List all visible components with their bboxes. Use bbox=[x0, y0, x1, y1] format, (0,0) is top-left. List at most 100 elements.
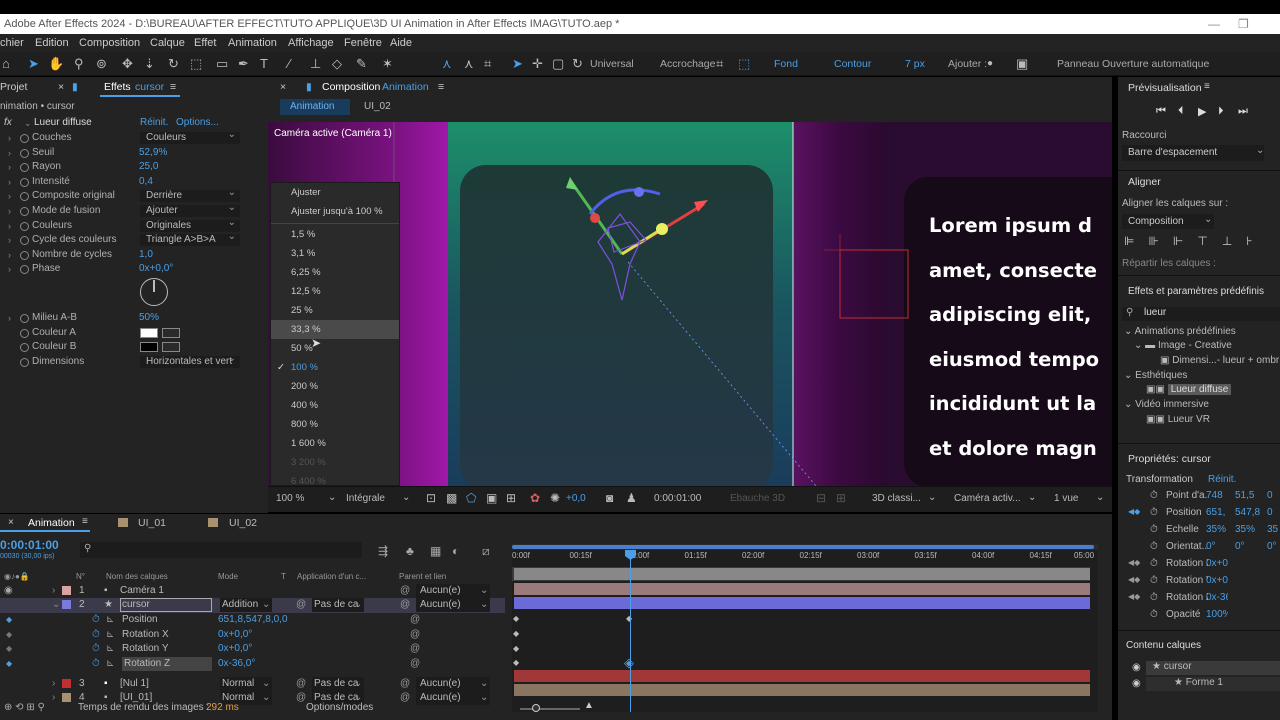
universal-label[interactable]: Universal bbox=[590, 57, 634, 71]
visibility-eye-icon[interactable]: ◉ bbox=[1132, 662, 1141, 673]
graph-icon[interactable]: ⊾ bbox=[106, 642, 114, 656]
menu-help[interactable]: Aide bbox=[390, 34, 412, 52]
stopwatch-icon[interactable]: ⏱ bbox=[1150, 558, 1158, 569]
effect-param-row[interactable]: › Couches Couleurs bbox=[0, 129, 268, 146]
stopwatch-icon[interactable]: ⏱ bbox=[92, 657, 100, 671]
playhead[interactable] bbox=[630, 550, 631, 712]
chevron-down-icon[interactable]: ⌄ bbox=[480, 677, 488, 691]
stopwatch-icon[interactable] bbox=[20, 236, 29, 246]
transform-row[interactable]: ⏱ Echelle 35% 35% 35 bbox=[1118, 524, 1280, 538]
transform-value[interactable]: 100% bbox=[1206, 609, 1228, 620]
chevron-down-icon[interactable]: ⌄ bbox=[262, 677, 270, 691]
effect-param-row[interactable]: › Rayon 25,0 bbox=[0, 160, 268, 175]
expand-icon[interactable]: › bbox=[8, 219, 11, 233]
guides-icon[interactable]: ▣ bbox=[486, 491, 497, 505]
zoom-menu-item[interactable]: 33,3 % bbox=[271, 320, 399, 339]
stopwatch-icon[interactable]: ⏱ bbox=[1150, 541, 1158, 552]
composition-viewer[interactable]: Lorem ipsum dolor sitamet, consecteturad… bbox=[268, 122, 1112, 486]
graph-editor-icon[interactable]: ⧄ bbox=[482, 544, 490, 559]
parent-pickwhip-icon[interactable]: @ bbox=[400, 691, 410, 705]
expand-icon[interactable]: › bbox=[8, 248, 11, 262]
keyframe-nav-icon[interactable]: ◆ bbox=[6, 657, 12, 671]
presets-search-input[interactable]: ⚲ lueur bbox=[1122, 307, 1280, 321]
effect-param-row[interactable]: › Seuil 52,9% bbox=[0, 146, 268, 161]
effect-param-row[interactable]: › Milieu A-B 50% bbox=[0, 311, 268, 326]
views-dropdown[interactable]: 1 vue bbox=[1054, 493, 1078, 504]
chevron-down-icon[interactable]: ⌄ bbox=[354, 598, 362, 612]
keyframe-nav-icon[interactable]: ◀◆ bbox=[1128, 507, 1140, 516]
last-frame-icon[interactable]: ⏭ bbox=[1238, 105, 1248, 118]
motion-blur-icon[interactable]: ◐ bbox=[452, 544, 459, 558]
stopwatch-icon[interactable] bbox=[20, 163, 29, 173]
col-mode[interactable]: Mode bbox=[218, 570, 238, 584]
graph-icon[interactable]: ⊾ bbox=[106, 628, 114, 642]
layer-row[interactable]: › 3 ▪ [Nul 1] Normal ⌄ @ Pas de ca ⌄ @ Aucun(e) ⌄ bbox=[0, 677, 505, 692]
layer-color-label[interactable] bbox=[62, 679, 71, 688]
play-icon[interactable]: ▶ bbox=[1198, 105, 1206, 118]
keyframe-icon[interactable]: ◆ bbox=[513, 658, 519, 667]
pickwhip-icon[interactable]: @ bbox=[296, 691, 306, 705]
tab-composition[interactable]: Composition bbox=[322, 77, 380, 97]
zoom-in-icon[interactable]: ▲ bbox=[584, 700, 594, 711]
menu-layer[interactable]: Calque bbox=[150, 34, 185, 52]
maximize-icon[interactable]: ❐ bbox=[1238, 14, 1249, 34]
exposure-value[interactable]: +0,0 bbox=[566, 493, 586, 504]
axis-world-icon[interactable]: ⋏ bbox=[464, 57, 474, 71]
keyframe-nav-icon[interactable]: ◀◆ bbox=[1128, 575, 1140, 584]
parent-pickwhip-icon[interactable]: @ bbox=[400, 598, 410, 612]
col-parent[interactable]: Parent et lien bbox=[399, 570, 446, 584]
transform-row[interactable]: ◀◆ ⏱ Rotation Z0x-36° bbox=[1118, 592, 1280, 606]
panel-menu-icon[interactable]: ≡ bbox=[1204, 81, 1210, 92]
param-value[interactable]: 0,4 bbox=[139, 175, 153, 189]
views-arrow-icon[interactable]: ⌄ bbox=[1096, 492, 1104, 503]
parent-pickwhip-icon[interactable]: @ bbox=[400, 677, 410, 691]
color-swatch[interactable] bbox=[140, 342, 158, 353]
brush-tool-icon[interactable]: ⁄ bbox=[288, 57, 290, 71]
content-item-shape[interactable]: ★ Forme 1 bbox=[1146, 677, 1280, 691]
expand-icon[interactable]: › bbox=[8, 189, 11, 203]
align-target-dropdown[interactable]: Composition bbox=[1122, 214, 1214, 229]
menu-animation[interactable]: Animation bbox=[228, 34, 277, 52]
transform-value[interactable]: 547,8 bbox=[1235, 507, 1263, 518]
transform-value[interactable]: 0° bbox=[1206, 541, 1228, 552]
tree-glow-effect[interactable]: ▣▣ Lueur diffuse bbox=[1146, 384, 1232, 395]
resolution-dropdown-arrow-icon[interactable]: ⌄ bbox=[402, 492, 410, 503]
extended-viewer-icon[interactable]: ⊟ bbox=[816, 491, 826, 505]
stopwatch-icon[interactable] bbox=[20, 314, 29, 323]
stopwatch-icon[interactable] bbox=[20, 207, 29, 216]
param-dropdown[interactable]: Triangle A>B>A bbox=[140, 231, 240, 247]
channels-icon[interactable]: ✿ bbox=[530, 491, 540, 505]
stopwatch-icon[interactable]: ⏱ bbox=[1150, 490, 1158, 501]
snapshot-icon[interactable]: ◙ bbox=[606, 491, 613, 505]
pan-camera-icon[interactable]: ✥ bbox=[122, 57, 133, 71]
snap-options-icon[interactable]: ⌗ bbox=[716, 57, 723, 71]
expression-pickwhip-icon[interactable]: @ bbox=[410, 642, 420, 656]
renderer-arrow-icon[interactable]: ⌄ bbox=[928, 492, 936, 503]
expand-icon[interactable]: › bbox=[8, 311, 11, 325]
keyframe-nav-icon[interactable]: ◆ bbox=[6, 642, 12, 656]
layer-color-label[interactable] bbox=[62, 693, 71, 702]
anchor-tool-icon[interactable]: ⬚ bbox=[190, 57, 202, 71]
grid-icon[interactable]: ⊞ bbox=[506, 491, 516, 505]
menu-file[interactable]: chier bbox=[0, 34, 24, 52]
property-value[interactable]: 651,8,547,8,0,0 bbox=[218, 613, 288, 627]
zoom-slider[interactable] bbox=[520, 708, 580, 710]
parent-dropdown[interactable]: Aucun(e) bbox=[416, 677, 490, 691]
param-dropdown[interactable]: Derrière bbox=[140, 187, 240, 203]
zoom-slider-handle[interactable] bbox=[532, 704, 540, 712]
transform-value[interactable]: 35% bbox=[1206, 524, 1228, 535]
align-buttons-icon[interactable]: ⊫⊪⊩⊤⊥⊦ bbox=[1124, 234, 1267, 248]
renderer-dropdown[interactable]: 3D classi... bbox=[872, 493, 921, 504]
param-value[interactable]: 50% bbox=[139, 311, 159, 325]
rotate-tool-icon[interactable]: ↻ bbox=[168, 57, 179, 71]
selection-tool-icon[interactable]: ➤ bbox=[28, 57, 39, 71]
stopwatch-icon[interactable] bbox=[20, 221, 29, 231]
param-dropdown[interactable]: Ajouter bbox=[140, 202, 240, 217]
tab-effects[interactable]: Effets bbox=[104, 77, 131, 97]
camera-dropdown[interactable]: Caméra activ... bbox=[954, 493, 1021, 504]
layer-row[interactable]: › 4 ▪ [UI_01] Normal ⌄ @ Pas de ca ⌄ @ Aucun(e) ⌄ bbox=[0, 691, 505, 706]
zoom-dropdown-arrow-icon[interactable]: ⌄ bbox=[328, 492, 336, 503]
stopwatch-icon[interactable] bbox=[20, 328, 29, 338]
layer-name[interactable]: [Nul 1] bbox=[120, 677, 149, 691]
visibility-eye-icon[interactable]: ◉ bbox=[4, 584, 13, 598]
